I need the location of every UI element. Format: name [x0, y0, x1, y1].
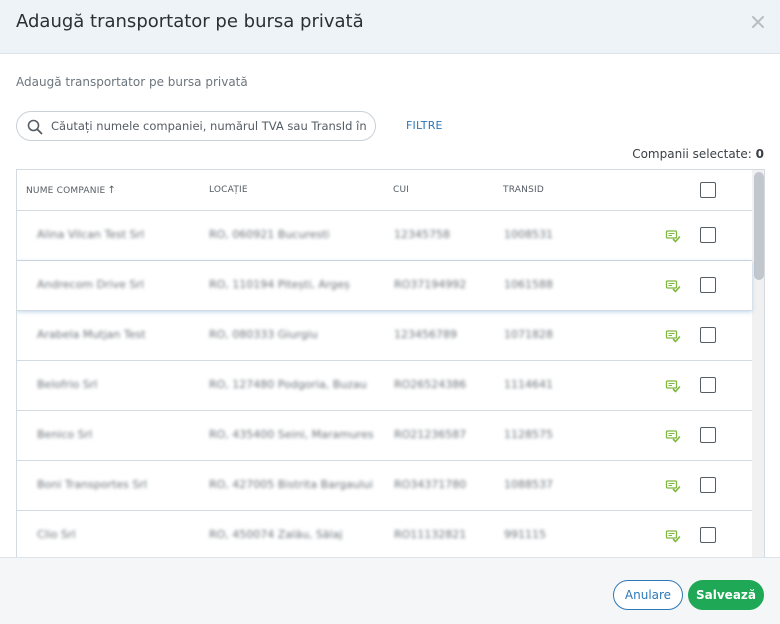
location-cell: RO, 110194 Pitești, Argeș: [209, 278, 350, 291]
column-header-cui: CUI: [393, 185, 410, 195]
modal-header: Adaugă transportator pe bursa privată: [0, 0, 780, 54]
column-header-company-name[interactable]: NUME COMPANIE ↑: [26, 185, 116, 196]
transid-cell: 1061588: [504, 278, 553, 291]
location-cell: RO, 127480 Podgoria, Buzau: [209, 378, 367, 391]
close-icon[interactable]: [749, 13, 767, 31]
verified-company-icon[interactable]: [665, 228, 681, 244]
transid-cell: 1071828: [504, 328, 553, 341]
company-name-cell: Arabela Mutjan Test: [37, 328, 146, 341]
search-box[interactable]: [16, 111, 376, 141]
transid-cell: 1128575: [504, 428, 553, 441]
table-row[interactable]: Alina Vilcan Test Srl RO, 060921 Bucurest…: [17, 211, 752, 261]
modal-subtitle: Adaugă transportator pe bursa privată: [16, 75, 248, 89]
column-header-location: LOCAȚIE: [209, 185, 248, 195]
location-cell: RO, 427005 Bistrita Bargaului: [209, 478, 373, 491]
row-checkbox[interactable]: [700, 227, 716, 243]
modal-title: Adaugă transportator pe bursa privată: [16, 11, 364, 32]
table-row[interactable]: Andrecom Drive Srl RO, 110194 Pitești, Ar…: [17, 261, 752, 311]
filters-link[interactable]: FILTRE: [406, 119, 443, 132]
selected-companies-count: Companii selectate: 0: [632, 147, 764, 161]
select-all-checkbox[interactable]: [700, 182, 716, 198]
search-input[interactable]: [51, 116, 369, 136]
transid-cell: 991115: [504, 528, 546, 541]
row-checkbox[interactable]: [700, 477, 716, 493]
cui-cell: 123456789: [394, 328, 457, 341]
selected-companies-label: Companii selectate:: [632, 147, 752, 161]
verified-company-icon[interactable]: [665, 528, 681, 544]
save-button[interactable]: Salvează: [688, 580, 764, 610]
cui-cell: RO11132821: [394, 528, 467, 541]
transid-cell: 1088537: [504, 478, 553, 491]
row-checkbox[interactable]: [700, 327, 716, 343]
row-checkbox[interactable]: [700, 277, 716, 293]
cui-cell: RO34371780: [394, 478, 467, 491]
company-name-cell: Boni Transportes Srl: [37, 478, 147, 491]
verified-company-icon[interactable]: [665, 378, 681, 394]
row-checkbox[interactable]: [700, 427, 716, 443]
transid-cell: 1114641: [504, 378, 553, 391]
company-name-cell: Alina Vilcan Test Srl: [37, 228, 145, 241]
table-header: NUME COMPANIE ↑ LOCAȚIE CUI TRANSID: [17, 170, 752, 211]
row-checkbox[interactable]: [700, 377, 716, 393]
table-row[interactable]: Benico Srl RO, 435400 Seini, Maramures RO2…: [17, 411, 752, 461]
sort-ascending-icon: ↑: [107, 185, 117, 196]
cui-cell: RO37194992: [394, 278, 467, 291]
table-row[interactable]: Arabela Mutjan Test RO, 080333 Giurgiu 123…: [17, 311, 752, 361]
location-cell: RO, 060921 Bucuresti: [209, 228, 330, 241]
table-row[interactable]: Boni Transportes Srl RO, 427005 Bistrita …: [17, 461, 752, 511]
cui-cell: 12345758: [394, 228, 450, 241]
company-name-cell: Andrecom Drive Srl: [37, 278, 144, 291]
companies-table: NUME COMPANIE ↑ LOCAȚIE CUI TRANSID Alina…: [16, 169, 765, 557]
location-cell: RO, 450074 Zalău, Sălaj: [209, 528, 343, 541]
verified-company-icon[interactable]: [665, 278, 681, 294]
verified-company-icon[interactable]: [665, 478, 681, 494]
scrollbar-thumb[interactable]: [754, 172, 764, 280]
modal-footer: Anulare Salvează: [0, 557, 780, 624]
cancel-button[interactable]: Anulare: [613, 580, 683, 610]
cui-cell: RO21236587: [394, 428, 467, 441]
table-row[interactable]: Clio Srl RO, 450074 Zalău, Sălaj RO1113282…: [17, 511, 752, 557]
company-name-cell: Clio Srl: [37, 528, 76, 541]
company-name-cell: Belofrio Srl: [37, 378, 98, 391]
transid-cell: 1008531: [504, 228, 553, 241]
column-header-label: NUME COMPANIE: [26, 186, 106, 196]
search-icon: [27, 119, 43, 135]
table-row[interactable]: Belofrio Srl RO, 127480 Podgoria, Buzau RO…: [17, 361, 752, 411]
column-header-transid: TRANSID: [503, 185, 544, 195]
cui-cell: RO26524386: [394, 378, 467, 391]
verified-company-icon[interactable]: [665, 328, 681, 344]
company-name-cell: Benico Srl: [37, 428, 93, 441]
location-cell: RO, 435400 Seini, Maramures: [209, 428, 374, 441]
location-cell: RO, 080333 Giurgiu: [209, 328, 318, 341]
row-checkbox[interactable]: [700, 527, 716, 543]
verified-company-icon[interactable]: [665, 428, 681, 444]
selected-companies-value: 0: [755, 147, 764, 161]
